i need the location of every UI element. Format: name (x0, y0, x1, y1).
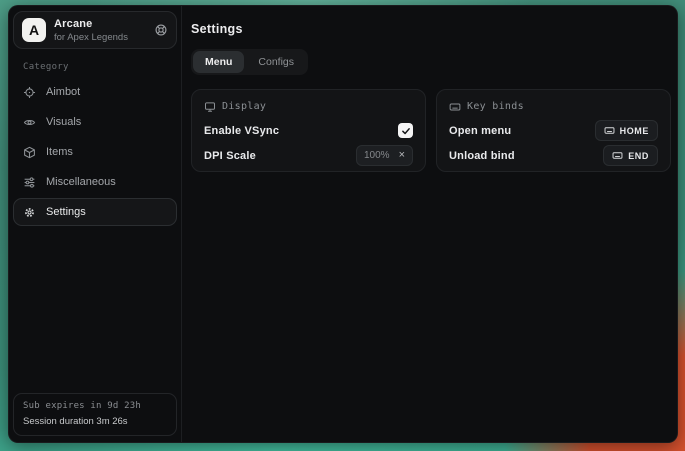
sidebar-item-aimbot[interactable]: Aimbot (13, 78, 177, 106)
app-window: A Arcane for Apex Legends Category (8, 5, 678, 443)
setting-label: DPI Scale (204, 150, 256, 162)
eye-icon (23, 116, 36, 129)
unload-keybind-button[interactable]: END (603, 145, 658, 166)
brand-name: Arcane (54, 18, 128, 30)
dpi-scale-value: 100% (364, 150, 390, 161)
keyboard-icon (612, 150, 623, 161)
category-label: Category (23, 62, 177, 72)
vsync-checkbox[interactable] (398, 123, 413, 138)
card-title: Display (222, 101, 266, 112)
main-content: Settings Menu Configs Display (182, 6, 678, 442)
card-title: Key binds (467, 101, 524, 112)
keybind-value: HOME (620, 126, 649, 136)
brand-subtitle: for Apex Legends (54, 32, 128, 43)
setting-row-dpi: DPI Scale 100% × (204, 145, 413, 166)
check-icon (401, 126, 411, 136)
sidebar-item-visuals[interactable]: Visuals (13, 108, 177, 136)
sidebar-item-label: Visuals (46, 116, 81, 128)
sidebar: A Arcane for Apex Legends Category (9, 6, 182, 442)
app-logo: A (22, 18, 46, 42)
sidebar-item-label: Settings (46, 206, 86, 218)
keyboard-icon (449, 101, 461, 113)
dpi-scale-input[interactable]: 100% × (356, 145, 413, 166)
brand-card: A Arcane for Apex Legends (13, 11, 177, 49)
open-menu-keybind-button[interactable]: HOME (595, 120, 658, 141)
brand-text: Arcane for Apex Legends (54, 18, 128, 43)
setting-row-unload-bind: Unload bind END (449, 145, 658, 166)
clear-icon[interactable]: × (399, 150, 405, 161)
sidebar-spacer (13, 226, 177, 393)
gear-icon (23, 206, 36, 219)
sliders-icon (23, 176, 36, 189)
tab-configs[interactable]: Configs (246, 51, 306, 73)
sidebar-item-miscellaneous[interactable]: Miscellaneous (13, 168, 177, 196)
desktop-background: A Arcane for Apex Legends Category (0, 0, 685, 451)
page-title: Settings (191, 22, 671, 36)
sidebar-item-label: Miscellaneous (46, 176, 116, 188)
lifebuoy-icon[interactable] (154, 23, 168, 37)
display-rows: Enable VSync DPI Scale 100% × (204, 120, 413, 166)
keybind-value: END (628, 151, 649, 161)
crosshair-icon (23, 86, 36, 99)
display-card-header: Display (204, 99, 413, 114)
keyboard-icon (604, 125, 615, 136)
keybinds-card: Key binds Open menu HOME (436, 89, 671, 172)
sidebar-item-label: Aimbot (46, 86, 80, 98)
setting-label: Unload bind (449, 150, 515, 162)
tab-bar: Menu Configs (191, 49, 308, 75)
sub-expiry-text: Sub expires in 9d 23h (23, 401, 167, 411)
settings-cards: Display Enable VSync DPI Sca (191, 89, 671, 172)
keybind-rows: Open menu HOME Unload (449, 120, 658, 166)
setting-label: Enable VSync (204, 125, 279, 137)
subscription-info: Sub expires in 9d 23h Session duration 3… (13, 393, 177, 436)
session-duration-text: Session duration 3m 26s (23, 416, 167, 427)
sidebar-item-label: Items (46, 146, 73, 158)
sidebar-item-items[interactable]: Items (13, 138, 177, 166)
cube-icon (23, 146, 36, 159)
keybinds-card-header: Key binds (449, 99, 658, 114)
setting-label: Open menu (449, 125, 511, 137)
monitor-icon (204, 101, 216, 113)
tab-menu[interactable]: Menu (193, 51, 244, 73)
setting-row-vsync: Enable VSync (204, 120, 413, 141)
display-card: Display Enable VSync DPI Sca (191, 89, 426, 172)
sidebar-item-settings[interactable]: Settings (13, 198, 177, 226)
setting-row-open-menu: Open menu HOME (449, 120, 658, 141)
sidebar-nav: Aimbot Visuals (13, 78, 177, 226)
